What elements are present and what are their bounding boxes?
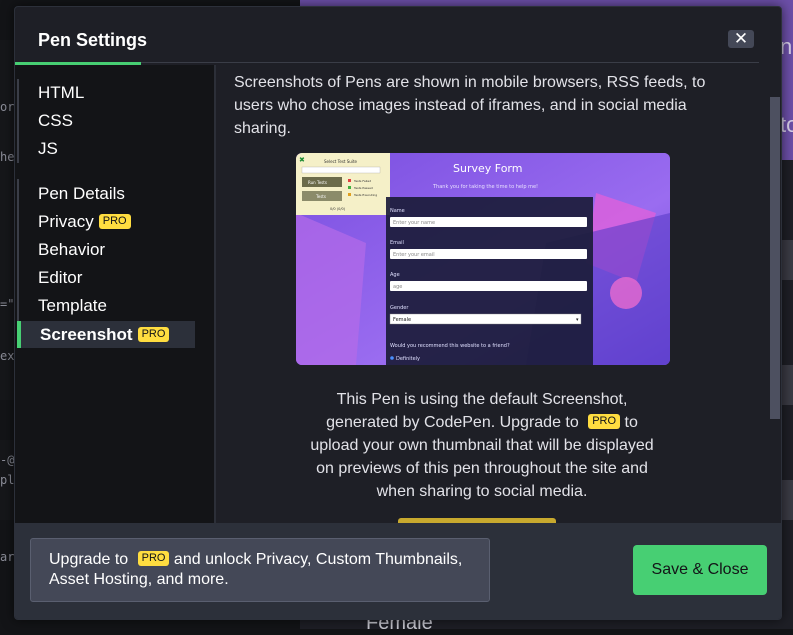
sidebar-item-label: CSS <box>38 111 73 130</box>
close-icon: ✕ <box>733 29 749 48</box>
thumb-gender-label: Gender <box>390 305 409 311</box>
thumb-email-label: Email <box>390 240 404 246</box>
background-code: he <box>0 150 15 164</box>
sidebar-item-pen-details[interactable]: Pen Details <box>19 180 197 207</box>
modal-footer: Upgrade to PRO and unlock Privacy, Custo… <box>15 523 781 619</box>
sidebar-item-privacy[interactable]: Privacy PRO <box>19 208 197 235</box>
screenshot-description: This Pen is using the default Screenshot… <box>300 388 664 503</box>
background-code: ar <box>0 550 15 564</box>
sidebar-item-label: HTML <box>38 83 85 102</box>
close-button[interactable]: ✕ <box>728 30 754 48</box>
modal-title: Pen Settings <box>38 30 148 50</box>
background-code: =" <box>0 297 15 311</box>
background-code: pl <box>0 473 15 487</box>
title-divider <box>141 62 759 63</box>
thumb-name-placeholder: Enter your name <box>393 220 435 226</box>
sidebar-item-label: Privacy <box>38 212 94 231</box>
thumb-name-label: Name <box>390 208 405 214</box>
thumb-form-title: Survey Form <box>453 162 522 175</box>
thumb-recommend-question: Would you recommend this website to a fr… <box>390 343 510 349</box>
thumb-tests: Tests <box>315 194 326 199</box>
background-code: or <box>0 100 15 114</box>
thumb-legend: Tests Failed <box>353 179 371 183</box>
thumb-suite-title: Select Test Suite <box>324 159 358 164</box>
thumb-age-label: Age <box>390 272 400 278</box>
sidebar-item-label: Editor <box>38 268 83 287</box>
sidebar-item-behavior[interactable]: Behavior <box>19 236 197 263</box>
scrollbar-thumb[interactable] <box>770 97 780 419</box>
save-close-button[interactable]: Save & Close <box>633 545 767 595</box>
pro-badge: PRO <box>98 214 131 230</box>
sidebar-item-label: JS <box>38 139 58 158</box>
sidebar-item-template[interactable]: Template <box>19 292 197 319</box>
sidebar-item-css[interactable]: CSS <box>19 107 197 134</box>
background-code: ex <box>0 349 15 363</box>
sidebar-item-label: Template <box>38 296 107 315</box>
thumb-age-placeholder: age <box>393 284 402 290</box>
thumb-close-mark: ✖ <box>299 156 305 164</box>
screenshot-intro-text: Screenshots of Pens are shown in mobile … <box>234 74 706 137</box>
sidebar-divider <box>214 65 216 523</box>
thumb-recommend-option: Definitely <box>396 356 420 362</box>
screenshot-thumbnail: ✖ Select Test Suite Run Tests Tests Test… <box>296 153 670 365</box>
upgrade-banner[interactable]: Upgrade to PRO and unlock Privacy, Custo… <box>30 538 490 602</box>
thumb-gender-value: Female <box>393 317 411 323</box>
sidebar-item-screenshot[interactable]: Screenshot PRO <box>17 321 195 348</box>
pro-badge: PRO <box>137 327 170 343</box>
sidebar-item-editor[interactable]: Editor <box>19 264 197 291</box>
thumb-legend: Tests Passed <box>353 186 373 190</box>
background-code: -@ <box>0 453 15 467</box>
sidebar-item-html[interactable]: HTML <box>19 79 197 106</box>
description-text: This Pen is using the default Screenshot… <box>326 391 628 431</box>
thumb-run-tests: Run Tests <box>308 180 327 185</box>
sidebar-item-label: Pen Details <box>38 184 125 203</box>
sidebar-item-label: Behavior <box>38 240 106 259</box>
thumb-legend: Tests Executing <box>353 193 377 197</box>
thumb-email-placeholder: Enter your email <box>393 252 435 258</box>
sidebar-item-js[interactable]: JS <box>19 135 197 162</box>
pen-settings-modal: Pen Settings ✕ HTML CSS JS Pen Details P… <box>14 6 782 620</box>
thumbnail-image: ✖ Select Test Suite Run Tests Tests Test… <box>296 153 670 365</box>
upgrade-text: Upgrade to <box>49 551 129 568</box>
thumb-form-subtitle: Thank you for taking the time to help me… <box>432 184 538 190</box>
pro-badge: PRO <box>588 414 621 430</box>
sidebar-item-label: Screenshot <box>40 325 133 344</box>
thumb-score: 0/0 (0/0) <box>330 207 346 211</box>
pro-badge: PRO <box>137 551 170 567</box>
